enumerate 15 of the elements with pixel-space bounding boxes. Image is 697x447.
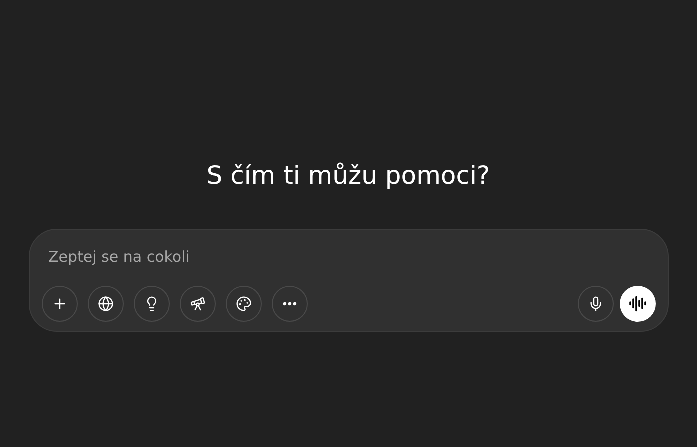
telescope-icon <box>190 296 206 312</box>
voice-mode-button[interactable] <box>620 286 656 322</box>
globe-icon <box>98 296 114 312</box>
palette-icon <box>236 296 252 312</box>
heading: S čím ti můžu pomoci? <box>206 160 490 192</box>
think-button[interactable] <box>134 286 170 322</box>
sound-wave-icon <box>628 295 646 313</box>
more-icon <box>282 302 296 306</box>
dictate-button[interactable] <box>578 286 614 322</box>
message-input[interactable]: Zeptej se na cokoli <box>42 244 656 270</box>
more-button[interactable] <box>272 286 308 322</box>
web-search-button[interactable] <box>88 286 124 322</box>
image-button[interactable] <box>226 286 262 322</box>
research-button[interactable] <box>180 286 216 322</box>
microphone-icon <box>588 296 604 312</box>
